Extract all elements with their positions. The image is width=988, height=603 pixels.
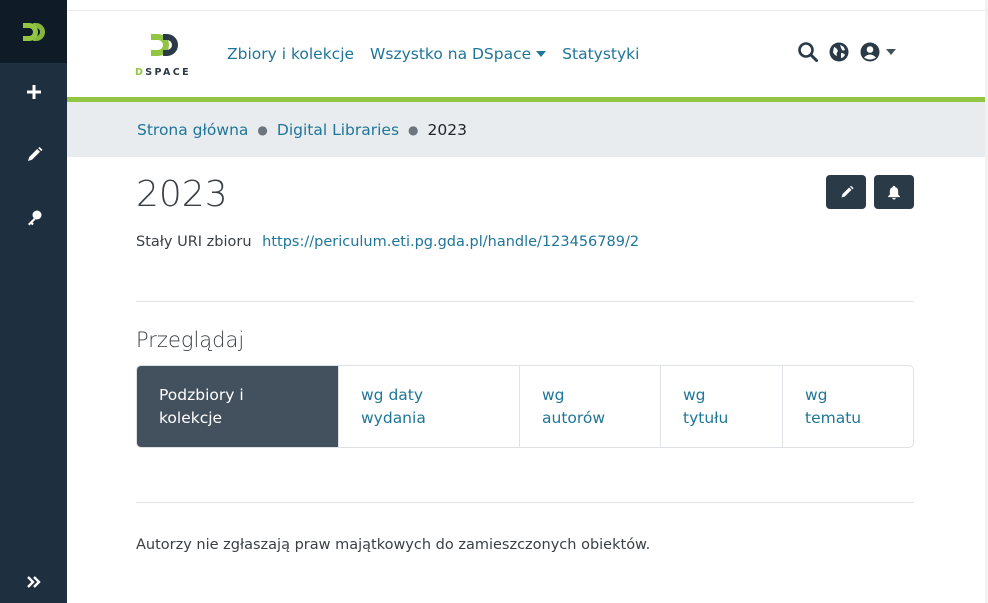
- browse-options: Podzbiory i kolekcje wg daty wydania wg …: [136, 365, 914, 448]
- uri-link[interactable]: https://periculum.eti.pg.gda.pl/handle/1…: [262, 234, 639, 250]
- main-nav: Zbiory i kolekcje Wszystko na DSpace Sta…: [227, 45, 639, 63]
- divider: [136, 502, 914, 503]
- uri-label: Stały URI zbioru: [136, 234, 252, 250]
- subscribe-button[interactable]: [874, 175, 914, 209]
- rights-note: Autorzy nie zgłaszają praw majątkowych d…: [136, 537, 651, 553]
- admin-sidebar: [0, 0, 67, 603]
- caret-down-icon: [886, 49, 896, 55]
- browse-by-date[interactable]: wg daty wydania: [339, 366, 520, 447]
- nav-statistics[interactable]: Statystyki: [562, 45, 639, 63]
- bell-icon: [888, 185, 900, 200]
- user-menu-dropdown[interactable]: [859, 41, 896, 63]
- double-chevron-right-icon: [26, 576, 41, 588]
- search-icon[interactable]: [797, 41, 819, 63]
- breadcrumb-community[interactable]: Digital Libraries: [277, 121, 399, 139]
- nav-collections[interactable]: Zbiory i kolekcje: [227, 45, 354, 63]
- key-icon: [27, 210, 41, 226]
- edit-collection-button[interactable]: [826, 175, 866, 209]
- header-tools: [797, 41, 896, 63]
- browse-by-author[interactable]: wg autorów: [520, 366, 661, 447]
- collection-uri: Stały URI zbioru https://periculum.eti.p…: [136, 234, 639, 250]
- dspace-brand[interactable]: DSPACE: [135, 31, 201, 81]
- divider: [136, 301, 914, 302]
- pencil-icon: [841, 185, 853, 197]
- sidebar-expand-button[interactable]: [0, 562, 67, 602]
- page-title: 2023: [136, 174, 228, 215]
- user-icon: [860, 42, 880, 62]
- browse-subcollections[interactable]: Podzbiory i kolekcje: [137, 366, 339, 447]
- breadcrumb-current: 2023: [427, 120, 467, 139]
- dspace-logo-icon: [22, 22, 45, 41]
- breadcrumb-separator: ●: [257, 122, 268, 137]
- brand-wordmark: DSPACE: [135, 67, 192, 78]
- nav-browse-all-dropdown[interactable]: Wszystko na DSpace: [370, 45, 547, 63]
- sidebar-edit-button[interactable]: [0, 135, 67, 175]
- sidebar-add-button[interactable]: [0, 72, 67, 112]
- pencil-icon: [27, 147, 42, 161]
- breadcrumb: Strona główna ● Digital Libraries ● 2023: [67, 102, 985, 157]
- breadcrumb-separator: ●: [408, 122, 419, 137]
- plus-icon: [26, 85, 41, 99]
- site-header: DSPACE Zbiory i kolekcje Wszystko na DSp…: [67, 10, 985, 97]
- caret-down-icon: [536, 51, 547, 57]
- sidebar-access-button[interactable]: [0, 198, 67, 238]
- browse-heading: Przeglądaj: [136, 328, 245, 352]
- browse-by-title[interactable]: wg tytułu: [661, 366, 783, 447]
- sidebar-logo[interactable]: [0, 0, 67, 63]
- breadcrumb-home[interactable]: Strona główna: [137, 121, 248, 139]
- dspace-logo-icon: [151, 34, 178, 56]
- globe-icon[interactable]: [828, 41, 850, 63]
- browse-by-subject[interactable]: wg tematu: [783, 366, 913, 447]
